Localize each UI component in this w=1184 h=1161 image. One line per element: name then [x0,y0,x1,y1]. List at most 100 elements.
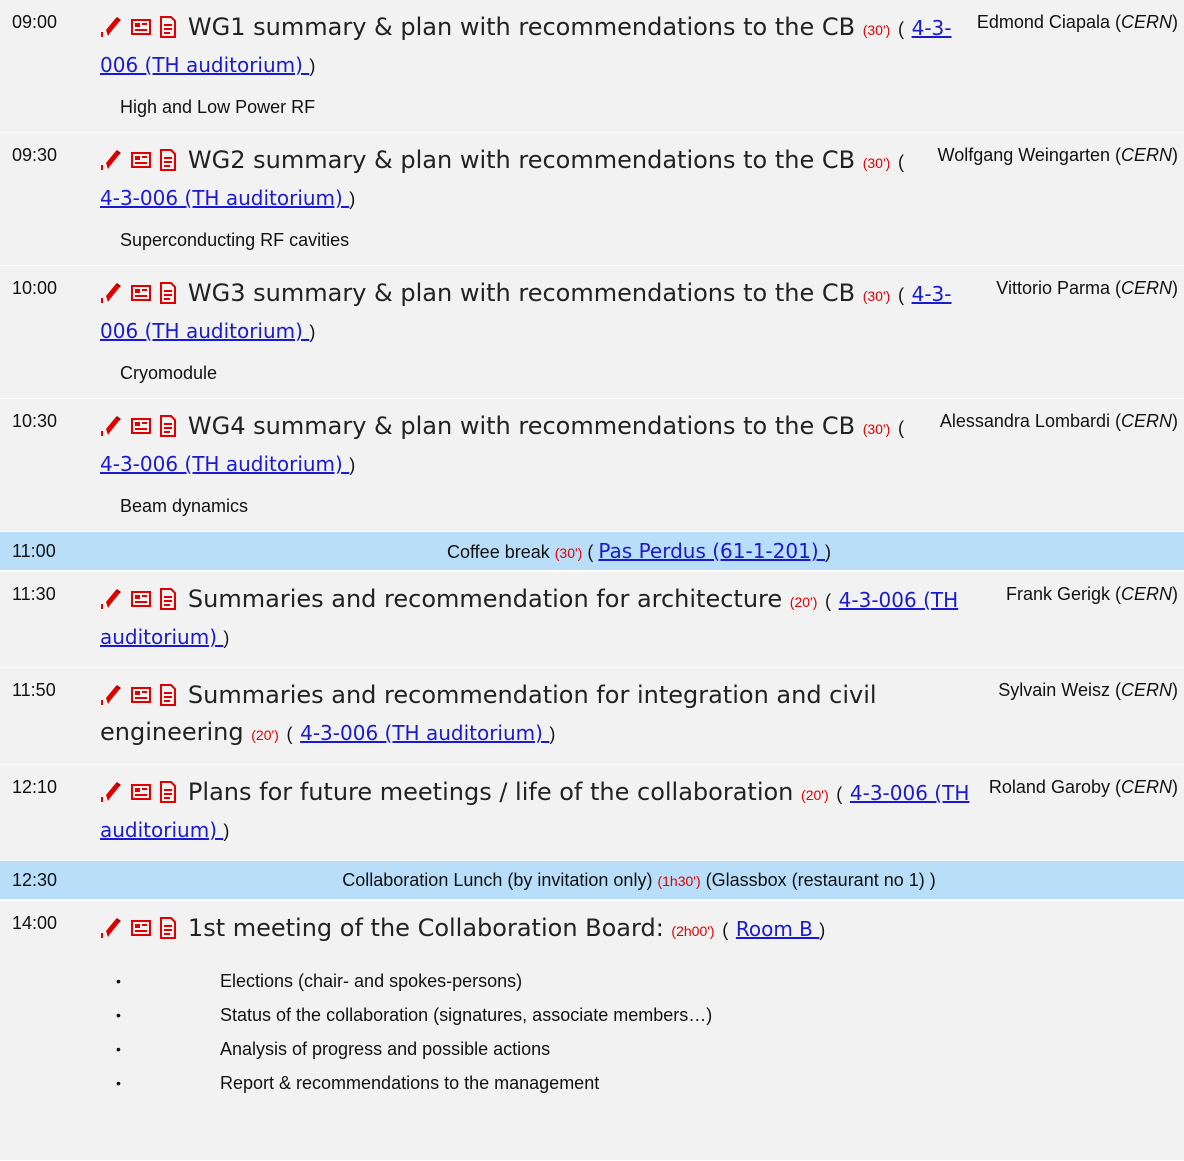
speaker[interactable]: Sylvain Weisz (CERN) [984,680,1178,752]
talk-title[interactable]: Summaries and recommendation for archite… [188,585,782,613]
document-icon[interactable] [159,16,177,38]
talk-title[interactable]: WG1 summary & plan with recommendations … [188,13,855,41]
slides-icon[interactable] [130,149,152,171]
document-icon[interactable] [159,149,177,171]
lunch-duration: (1h30') [657,872,701,889]
room-open-paren: ( [286,724,293,744]
board-close-paren: ) [819,920,826,940]
talk-title[interactable]: WG4 summary & plan with recommendations … [188,412,855,440]
room-close-paren: ) [349,189,356,209]
speaker-name: Edmond Ciapala [976,12,1110,32]
lunch-row: 12:30 Collaboration Lunch (by invitation… [0,861,1184,901]
speaker-name: Vittorio Parma [996,278,1110,298]
talk-time: 11:50 [12,680,56,700]
material-icons [100,412,177,446]
talk-title[interactable]: WG2 summary & plan with recommendations … [188,146,855,174]
slides-icon[interactable] [130,415,152,437]
speaker[interactable]: Wolfgang Weingarten (CERN) [924,145,1178,216]
room-close-paren: ) [309,322,316,342]
speaker[interactable]: Frank Gerigk (CERN) [992,584,1178,655]
room-open-paren: ( [897,152,904,172]
slides-icon[interactable] [130,588,152,610]
talk-body: WG3 summary & plan with recommendations … [100,276,982,349]
edit-icon[interactable] [100,781,122,803]
board-duration: (2h00') [671,923,715,939]
talk-time: 11:30 [12,584,56,604]
material-icons [100,13,177,47]
agenda-talk: 09:00 WG1 summary & plan with recommenda… [0,0,1184,133]
speaker-affiliation: CERN [1120,145,1172,165]
speaker-affiliation: CERN [1120,12,1172,32]
lunch-title: Collaboration Lunch (by invitation only) [342,869,653,890]
slides-icon[interactable] [130,282,152,304]
edit-icon[interactable] [100,415,122,437]
list-item-text: Analysis of progress and possible action… [220,1038,551,1059]
list-item: • Status of the collaboration (signature… [0,998,1184,1032]
document-icon[interactable] [159,781,177,803]
room-close-paren: ) [349,455,356,475]
talk-body: WG1 summary & plan with recommendations … [100,10,963,83]
room-open-paren: ( [836,784,843,804]
list-item: • Report & recommendations to the manage… [0,1066,1184,1100]
board-meeting: 14:00 1st meeting of the Collaboration B… [0,901,1184,1161]
speaker[interactable]: Alessandra Lombardi (CERN) [926,411,1178,482]
room-open-paren: ( [897,19,904,39]
material-icons [100,146,177,180]
break-time: 11:00 [12,540,56,561]
room-close-paren: ) [309,56,316,76]
lunch-time: 12:30 [12,869,58,890]
talk-description: Cryomodule [120,363,218,383]
talk-duration: (30') [862,288,891,304]
slides-icon[interactable] [130,16,152,38]
board-open-paren: ( [722,920,729,940]
edit-icon[interactable] [100,588,122,610]
document-icon[interactable] [159,684,177,706]
lunch-location: (Glassbox (restaurant no 1) ) [705,869,936,890]
speaker-affiliation: CERN [1120,411,1172,431]
edit-icon[interactable] [100,16,122,38]
material-icons [100,914,177,948]
speaker-name: Frank Gerigk [1005,584,1110,604]
document-icon[interactable] [159,415,177,437]
talk-title[interactable]: Plans for future meetings / life of the … [188,778,793,806]
edit-icon[interactable] [100,282,122,304]
document-icon[interactable] [159,588,177,610]
talk-duration: (20') [251,727,279,743]
list-item: • Analysis of progress and possible acti… [0,1032,1184,1066]
coffee-break-row: 11:00 Coffee break (30') ( Pas Perdus (6… [0,532,1184,572]
speaker[interactable]: Edmond Ciapala (CERN) [963,12,1178,83]
material-icons [100,279,177,313]
talk-duration: (20') [801,787,829,803]
room-link[interactable]: 4-3-006 (TH auditorium) [100,186,349,210]
board-title[interactable]: 1st meeting of the Collaboration Board: [188,914,664,942]
list-item: • Elections (chair- and spokes-persons) [0,964,1184,998]
break-room-link[interactable]: Pas Perdus (61-1-201) [598,539,825,563]
agenda-talk: 11:50 Summaries and recommendation for i… [0,668,1184,765]
board-room-link[interactable]: Room B [736,917,819,941]
slides-icon[interactable] [130,917,152,939]
edit-icon[interactable] [100,917,122,939]
room-link[interactable]: 4-3-006 (TH auditorium) [100,452,349,476]
agenda-talk: 12:10 Plans for future meetings / life o… [0,765,1184,861]
talk-time: 09:30 [12,145,58,165]
room-link[interactable]: 4-3-006 (TH auditorium) [300,721,549,745]
break-content: Coffee break (30') ( Pas Perdus (61-1-20… [94,539,1184,563]
document-icon[interactable] [159,917,177,939]
slides-icon[interactable] [130,684,152,706]
list-item-text: Report & recommendations to the manageme… [220,1072,600,1093]
document-icon[interactable] [159,282,177,304]
talk-time: 10:00 [12,278,58,298]
list-item-text: Status of the collaboration (signatures,… [220,1004,713,1025]
speaker-name: Roland Garoby [988,777,1110,797]
slides-icon[interactable] [130,781,152,803]
room-close-paren: ) [223,821,230,841]
board-time: 14:00 [12,913,58,933]
talk-title[interactable]: WG3 summary & plan with recommendations … [188,279,855,307]
edit-icon[interactable] [100,684,122,706]
speaker-name: Alessandra Lombardi [939,411,1110,431]
board-agenda-list: • Elections (chair- and spokes-persons) … [0,948,1184,1100]
edit-icon[interactable] [100,149,122,171]
speaker-name: Wolfgang Weingarten [937,145,1110,165]
speaker[interactable]: Roland Garoby (CERN) [975,777,1178,848]
speaker[interactable]: Vittorio Parma (CERN) [982,278,1178,349]
